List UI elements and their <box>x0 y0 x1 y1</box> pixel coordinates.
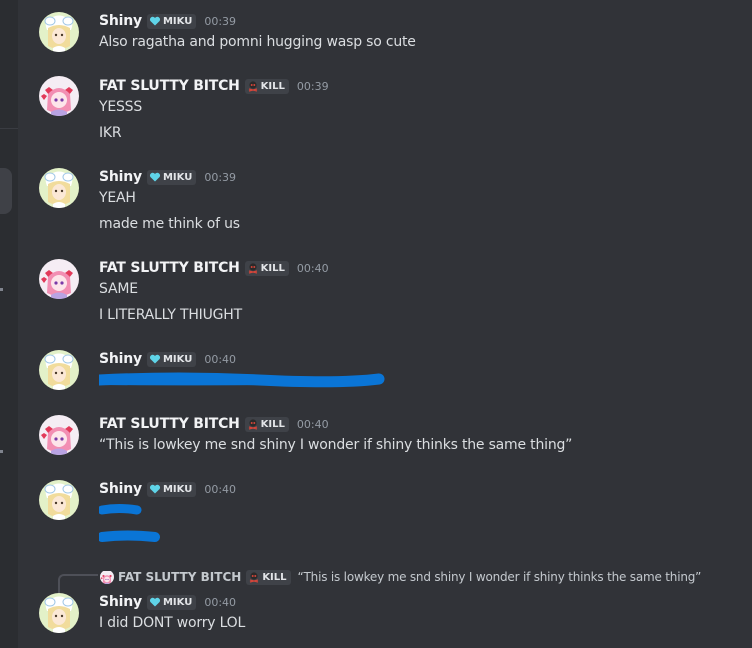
avatar[interactable] <box>39 168 79 208</box>
cyan-heart-icon <box>149 597 160 607</box>
redaction-scribble <box>99 530 160 542</box>
message-header: FAT SLUTTY BITCH KILL 00:39 <box>99 76 329 96</box>
message-text: YEAH <box>99 190 136 206</box>
avatar[interactable] <box>39 12 79 52</box>
username[interactable]: Shiny <box>99 169 142 185</box>
username[interactable]: Shiny <box>99 13 142 29</box>
avatar[interactable] <box>39 76 79 116</box>
user-tag: MIKU <box>146 13 197 29</box>
user-tag: MIKU <box>146 594 197 610</box>
message-header: FAT SLUTTY BITCH KILL 00:40 <box>99 258 329 278</box>
message-text: made me think of us <box>99 216 240 232</box>
sidebar-dot <box>0 450 3 453</box>
timestamp: 00:40 <box>296 261 329 275</box>
timestamp: 00:40 <box>204 352 237 366</box>
avatar[interactable] <box>39 593 79 633</box>
username[interactable]: Shiny <box>99 594 142 610</box>
channel-selected-indicator[interactable] <box>0 168 12 214</box>
sidebar-divider <box>0 128 18 129</box>
user-tag: KILL <box>244 260 289 276</box>
cyan-heart-icon <box>149 354 160 364</box>
reply-username[interactable]: FAT SLUTTY BITCH <box>118 570 241 584</box>
redaction-scribble <box>99 372 385 388</box>
message-header: Shiny MIKU 00:40 <box>99 349 236 369</box>
message-header: Shiny MIKU 00:40 <box>99 479 236 499</box>
timestamp: 00:39 <box>204 170 237 184</box>
avatar[interactable] <box>39 350 79 390</box>
timestamp: 00:40 <box>204 595 237 609</box>
timestamp: 00:39 <box>296 79 329 93</box>
user-tag: MIKU <box>146 481 197 497</box>
message-text: Also ragatha and pomni hugging wasp so c… <box>99 34 416 50</box>
sidebar-dot <box>0 288 3 291</box>
user-tag: KILL <box>244 416 289 432</box>
reply-text: “This is lowkey me snd shiny I wonder if… <box>297 570 702 584</box>
message-header: Shiny MIKU 00:40 <box>99 592 236 612</box>
avatar[interactable] <box>39 415 79 455</box>
username[interactable]: FAT SLUTTY BITCH <box>99 260 240 276</box>
message-header: Shiny MIKU 00:39 <box>99 11 236 31</box>
message-header: Shiny MIKU 00:39 <box>99 167 236 187</box>
message-header: FAT SLUTTY BITCH KILL 00:40 <box>99 414 329 434</box>
reply-preview[interactable]: FAT SLUTTY BITCH KILL “This is lowkey me… <box>100 568 701 586</box>
username[interactable]: Shiny <box>99 351 142 367</box>
skull-icon <box>248 262 258 274</box>
cyan-heart-icon <box>149 172 160 182</box>
avatar[interactable] <box>39 259 79 299</box>
message-text: I LITERALLY THIUGHT <box>99 307 242 323</box>
server-sidebar <box>0 0 18 648</box>
reply-connector <box>58 574 98 594</box>
timestamp: 00:39 <box>204 14 237 28</box>
message-text: “This is lowkey me snd shiny I wonder if… <box>99 437 573 453</box>
reply-reference[interactable]: FAT SLUTTY BITCH KILL “This is lowkey me… <box>58 566 748 594</box>
avatar[interactable] <box>39 480 79 520</box>
cyan-heart-icon <box>149 484 160 494</box>
message-text: IKR <box>99 125 122 141</box>
user-tag: KILL <box>244 78 289 94</box>
username[interactable]: FAT SLUTTY BITCH <box>99 78 240 94</box>
message-text: I did DONT worry LOL <box>99 615 246 631</box>
username[interactable]: FAT SLUTTY BITCH <box>99 416 240 432</box>
username[interactable]: Shiny <box>99 481 142 497</box>
skull-icon <box>248 418 258 430</box>
message-text: SAME <box>99 281 138 297</box>
cyan-heart-icon <box>149 16 160 26</box>
timestamp: 00:40 <box>204 482 237 496</box>
reply-avatar <box>100 570 114 584</box>
skull-icon <box>248 80 258 92</box>
timestamp: 00:40 <box>296 417 329 431</box>
user-tag: MIKU <box>146 169 197 185</box>
skull-icon <box>249 571 259 583</box>
message-text: YESSS <box>99 99 143 115</box>
redaction-scribble <box>99 504 142 515</box>
user-tag: MIKU <box>146 351 197 367</box>
user-tag: KILL <box>246 569 291 585</box>
